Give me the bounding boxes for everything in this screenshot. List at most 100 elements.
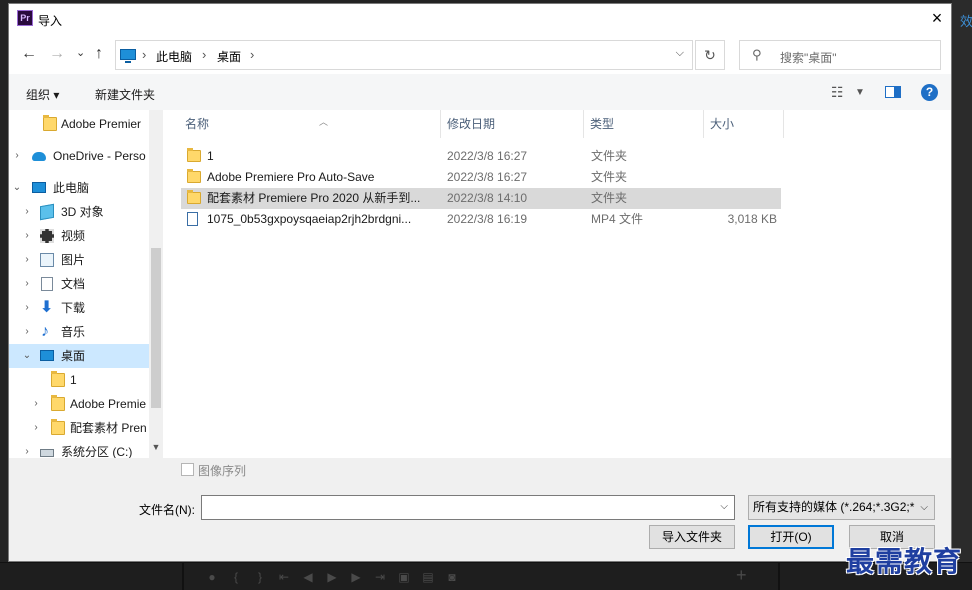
tree-item-desktop[interactable]: ⌄ 桌面 [9,344,149,368]
tree-item-label: 配套素材 Pren [70,421,147,435]
chevron-right-icon[interactable]: › [21,440,33,458]
document-icon [41,277,53,291]
chevron-right-icon[interactable]: › [21,320,33,344]
go-to-out-icon[interactable]: ⇥ [368,570,392,584]
tree-item-documents[interactable]: › 文档 [9,272,149,296]
organize-menu-button[interactable]: 组织 ▾ [26,86,59,103]
up-arrow-icon[interactable]: ↑ [95,46,103,62]
file-row[interactable]: Adobe Premiere Pro Auto-Save 2022/3/8 16… [181,167,781,188]
breadcrumb-desktop[interactable]: 桌面 [217,48,241,65]
file-row[interactable]: 1 2022/3/8 16:27 文件夹 [181,146,781,167]
chevron-right-icon[interactable]: › [30,392,42,416]
filename-input[interactable]: ⌵ [201,495,735,520]
play-icon[interactable]: ▶ [320,570,344,584]
chevron-right-icon[interactable]: › [142,47,146,62]
folder-icon [43,115,57,131]
file-date: 2022/3/8 16:27 [447,149,528,163]
dialog-titlebar: Pr 导入 × [9,4,951,34]
tree-item-pictures[interactable]: › 图片 [9,248,149,272]
desktop-icon [40,350,54,361]
view-dropdown-icon[interactable]: ▼ [855,87,865,98]
tree-item-adobe-premiere-desktop[interactable]: › Adobe Premie [9,392,149,416]
video-file-icon [187,212,198,226]
scroll-down-arrow-icon[interactable]: ▼ [149,442,163,452]
picture-icon [40,253,54,267]
drive-icon [40,449,54,457]
step-forward-icon[interactable]: ▶ [344,570,368,584]
tree-item-label: OneDrive - Perso [53,149,146,163]
chevron-right-icon[interactable]: › [21,272,33,296]
column-header-date[interactable]: 修改日期 [441,110,584,138]
tree-item-system-drive[interactable]: › 系统分区 (C:) [9,440,149,458]
preview-pane-icon[interactable] [885,86,901,98]
music-icon: ♪ [41,323,49,340]
tree-item-folder-1[interactable]: 1 [9,368,149,392]
chevron-down-icon[interactable]: ⌵ [676,47,684,60]
file-row[interactable]: 1075_0b53gxpoysqaeiap2rjh2brdgni... 2022… [181,209,781,230]
column-header-label: 名称 [185,117,210,131]
chevron-down-icon[interactable]: ⌵ [720,501,728,512]
filename-label: 文件名(N): [139,503,195,517]
recent-locations-icon[interactable]: ⌄ [76,45,85,61]
column-header-type[interactable]: 类型 [584,110,704,138]
file-type-value: 所有支持的媒体 (*.264;*.3G2;* [753,500,915,514]
tree-item-3d-objects[interactable]: › 3D 对象 [9,200,149,224]
tree-item-label: 下载 [61,301,86,315]
chevron-right-icon[interactable]: › [21,248,33,272]
chevron-right-icon[interactable]: › [202,47,206,62]
file-type-select[interactable]: 所有支持的媒体 (*.264;*.3G2;* ⌵ [748,495,935,520]
chevron-right-icon[interactable]: › [11,144,23,168]
view-options-icon[interactable]: ☷ [831,84,844,101]
file-row[interactable]: 配套素材 Premiere Pro 2020 从新手到... 2022/3/8 … [181,188,781,209]
overwrite-icon[interactable]: ▤ [416,570,440,584]
close-button[interactable]: × [927,8,947,30]
refresh-button[interactable]: ↻ [695,40,725,70]
folder-icon [51,395,65,411]
image-sequence-checkbox[interactable] [181,463,194,476]
step-back-icon[interactable]: ◀ [296,570,320,584]
chevron-down-icon[interactable]: ⌄ [11,176,23,200]
file-type: MP4 文件 [591,212,644,226]
breadcrumb-this-pc[interactable]: 此电脑 [156,48,192,65]
tree-item-label: 此电脑 [53,181,90,195]
column-header-name[interactable]: 名称 ︿ [179,110,441,138]
tree-item-label: 桌面 [61,349,86,363]
sort-ascending-icon: ︿ [319,117,329,127]
tree-item-music[interactable]: › ♪ 音乐 [9,320,149,344]
mark-in-icon[interactable]: { [224,570,248,584]
import-folder-button[interactable]: 导入文件夹 [649,525,735,549]
column-header-size[interactable]: 大小 [704,110,784,138]
insert-icon[interactable]: ▣ [392,570,416,584]
tree-item-this-pc[interactable]: ⌄ 此电脑 [9,176,149,200]
back-arrow-icon[interactable]: ← [21,46,37,62]
dialog-title: 导入 [38,14,63,28]
tree-item-downloads[interactable]: › ⬇ 下载 [9,296,149,320]
mark-out-icon[interactable]: } [248,570,272,584]
chevron-right-icon[interactable]: › [250,47,254,62]
tree-item-course-materials[interactable]: › 配套素材 Pren [9,416,149,440]
open-button[interactable]: 打开(O) [748,525,834,549]
export-frame-icon[interactable]: ◙ [440,570,464,584]
new-folder-button[interactable]: 新建文件夹 [95,86,155,103]
tree-item-onedrive[interactable]: › OneDrive - Perso [9,144,149,168]
chevron-right-icon[interactable]: › [21,296,33,320]
scrollbar-thumb[interactable] [151,248,161,408]
search-input[interactable]: ⚲ 搜索"桌面" [739,40,941,70]
address-bar[interactable]: › 此电脑 › 桌面 › ⌵ [115,40,693,70]
file-name: Adobe Premiere Pro Auto-Save [207,170,375,184]
help-icon[interactable]: ? [921,84,938,101]
tree-item-adobe-premiere[interactable]: Adobe Premier [9,112,149,136]
file-type: 文件夹 [591,149,628,163]
tree-item-videos[interactable]: › 视频 [9,224,149,248]
background-app-tab[interactable]: 效 [952,8,972,36]
chevron-down-icon[interactable]: ⌄ [21,344,33,368]
button-editor-plus-icon[interactable]: + [736,565,747,586]
chevron-down-icon[interactable]: ⌵ [920,496,928,519]
marker-icon[interactable]: ● [200,570,224,584]
chevron-right-icon[interactable]: › [21,224,33,248]
sidebar-scrollbar[interactable]: ▼ [149,110,163,458]
forward-arrow-icon[interactable]: → [49,46,65,62]
chevron-right-icon[interactable]: › [30,416,42,440]
go-to-in-icon[interactable]: ⇤ [272,570,296,584]
chevron-right-icon[interactable]: › [21,200,33,224]
